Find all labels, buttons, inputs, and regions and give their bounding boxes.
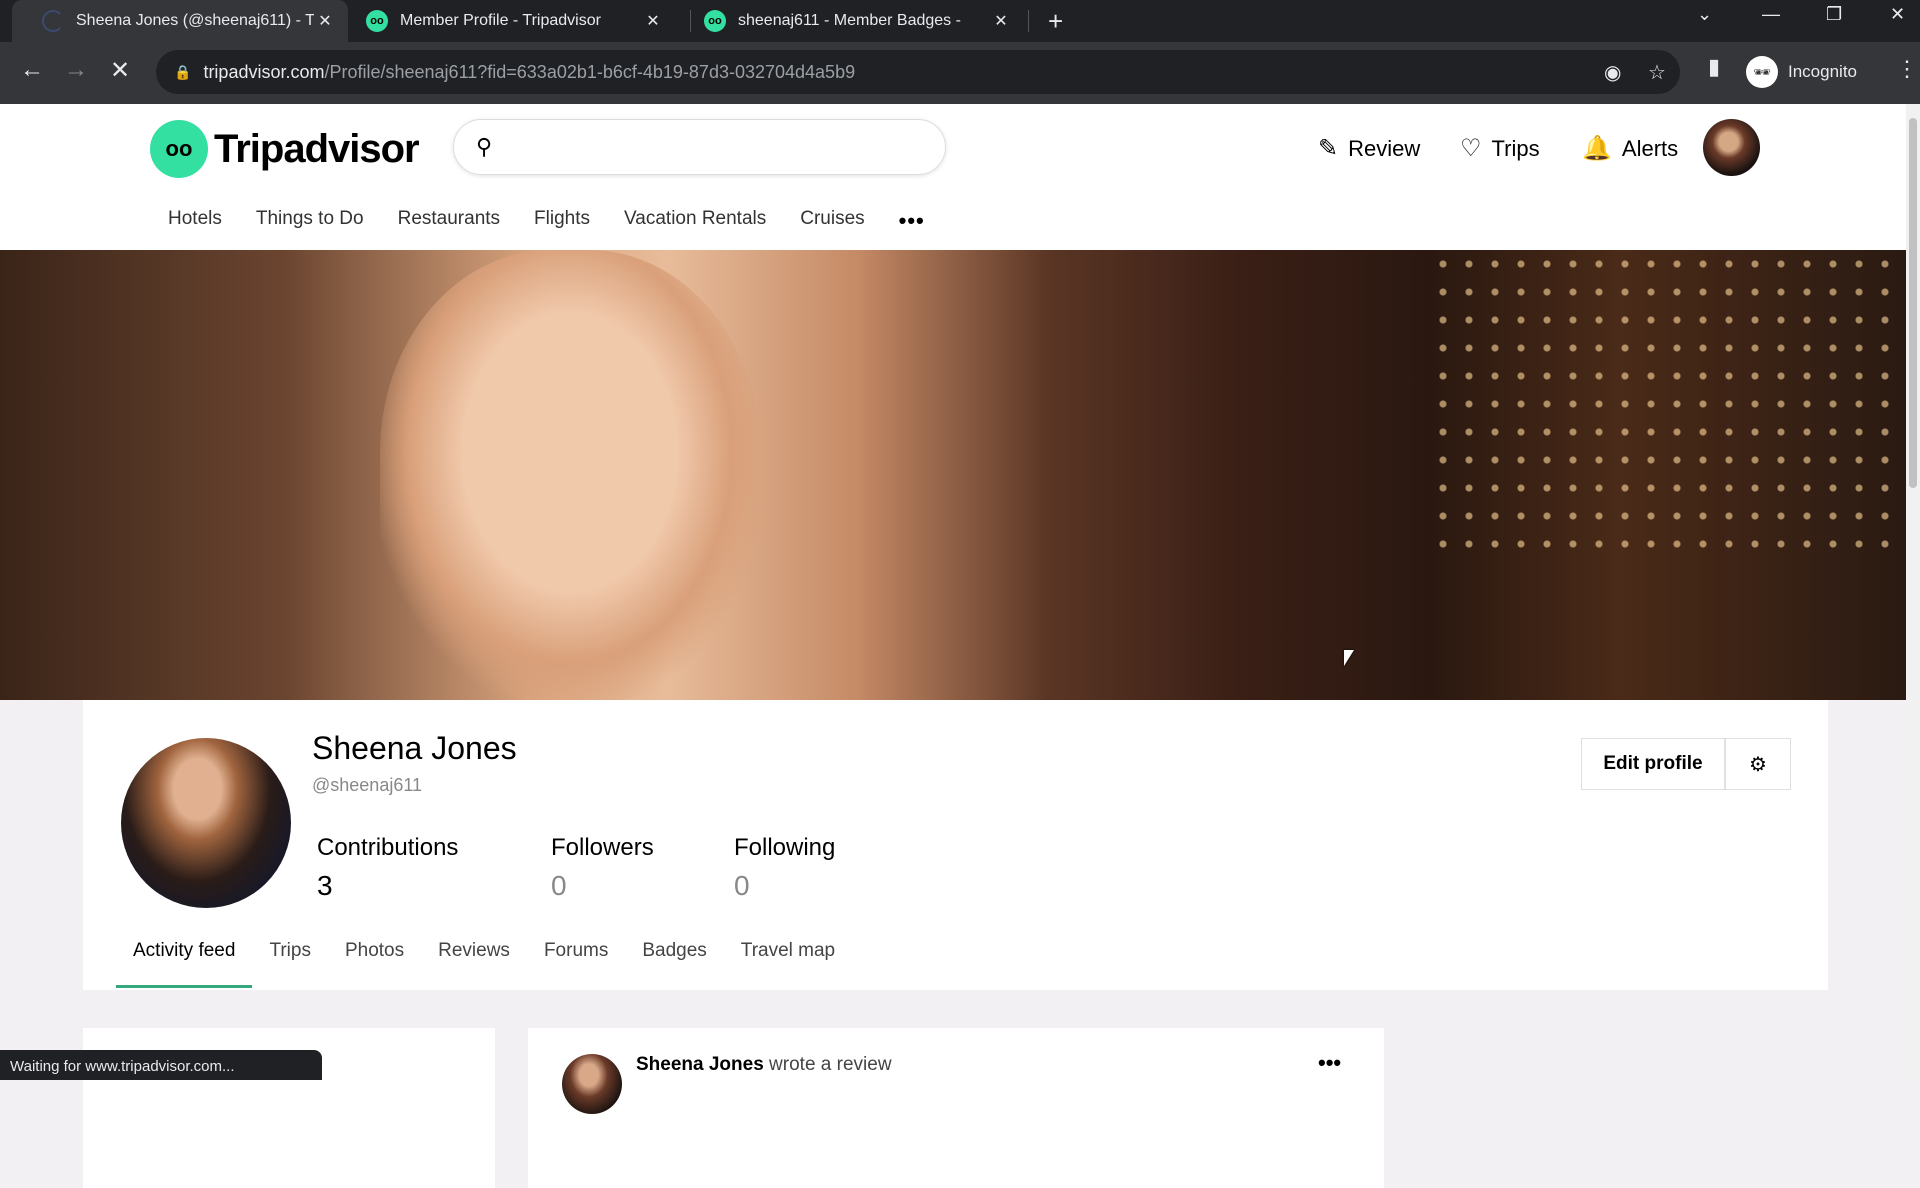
minimize-button[interactable]: — — [1762, 4, 1780, 25]
profile-handle: @sheenaj611 — [312, 775, 423, 795]
stat-value: 0 — [734, 870, 750, 901]
tripadvisor-favicon-icon: oo — [704, 10, 726, 32]
bookmark-star-icon[interactable]: ☆ — [1648, 60, 1666, 85]
new-tab-button[interactable]: + — [1048, 6, 1063, 37]
loading-spinner-icon — [42, 10, 64, 32]
url-text[interactable]: tripadvisor.com/Profile/sheenaj611?fid=6… — [203, 62, 855, 83]
browser-tab-bar: Sheena Jones (@sheenaj611) - T ✕ oo Memb… — [0, 0, 1920, 42]
nav-more-icon[interactable]: ••• — [899, 208, 925, 234]
browser-tab-3[interactable]: oo sheenaj611 - Member Badges - ✕ — [704, 0, 1024, 42]
address-bar[interactable]: 🔒 tripadvisor.com/Profile/sheenaj611?fid… — [156, 50, 1680, 94]
stat-value: 0 — [551, 870, 567, 901]
lock-icon[interactable]: 🔒 — [174, 64, 191, 81]
mouse-cursor-icon — [1344, 650, 1354, 666]
search-box[interactable]: ⚲ — [453, 119, 946, 175]
browser-tab-2[interactable]: oo Member Profile - Tripadvisor ✕ — [366, 0, 676, 42]
browser-status-bar: Waiting for www.tripadvisor.com... — [0, 1050, 322, 1080]
profile-name: Sheena Jones — [312, 730, 517, 766]
tab-separator — [690, 10, 691, 32]
profile-card: Sheena Jones @sheenaj611 Contributions 3… — [83, 700, 1828, 990]
close-tab-icon[interactable]: ✕ — [642, 11, 664, 31]
alerts-label: Alerts — [1621, 135, 1679, 161]
nav-restaurants[interactable]: Restaurants — [398, 208, 500, 234]
restore-button[interactable]: ❐ — [1826, 4, 1842, 25]
owl-logo-icon: oo — [150, 120, 208, 178]
search-icon: ⚲ — [476, 134, 493, 159]
gear-icon: ⚙ — [1749, 753, 1767, 776]
user-avatar[interactable] — [1703, 119, 1760, 176]
browser-tab-1[interactable]: Sheena Jones (@sheenaj611) - T ✕ — [12, 0, 348, 42]
close-tab-icon[interactable]: ✕ — [314, 11, 336, 31]
incognito-icon: 🕶 — [1746, 56, 1778, 88]
feed-action-text: wrote a review — [763, 1054, 892, 1075]
close-window-button[interactable]: ✕ — [1890, 4, 1905, 25]
stop-loading-button[interactable]: ✕ — [110, 56, 130, 85]
tab-trips[interactable]: Trips — [252, 940, 328, 988]
incognito-indicator[interactable]: 🕶 Incognito — [1746, 50, 1857, 94]
tab-forums[interactable]: Forums — [527, 940, 625, 988]
more-options-icon[interactable]: ••• — [1318, 1050, 1341, 1076]
close-tab-icon[interactable]: ✕ — [990, 11, 1012, 31]
profile-avatar[interactable] — [121, 738, 291, 908]
back-button[interactable]: ← — [20, 56, 44, 84]
nav-hotels[interactable]: Hotels — [168, 208, 222, 234]
cover-photo — [0, 250, 1906, 700]
tab-search-icon[interactable]: ⌄ — [1697, 4, 1712, 25]
review-label: Review — [1348, 135, 1421, 161]
side-panel-icon[interactable]: ▮ — [1708, 54, 1720, 80]
nav-vacation-rentals[interactable]: Vacation Rentals — [624, 208, 766, 234]
tab-activity-feed[interactable]: Activity feed — [116, 940, 253, 988]
tripadvisor-favicon-icon: oo — [366, 10, 388, 32]
page-content: oo Tripadvisor ⚲ ✎ Review ♡ Trips 🔔 Aler… — [0, 104, 1906, 1188]
url-domain: tripadvisor.com — [203, 61, 325, 82]
page-scrollbar[interactable] — [1906, 104, 1920, 1080]
tab-badges[interactable]: Badges — [625, 940, 723, 988]
stat-following[interactable]: Following 0 — [734, 834, 835, 902]
stat-followers[interactable]: Followers 0 — [551, 834, 654, 902]
settings-button[interactable]: ⚙ — [1725, 738, 1791, 790]
nav-things-to-do[interactable]: Things to Do — [256, 208, 364, 234]
feed-author-avatar[interactable] — [562, 1054, 622, 1114]
bell-icon: 🔔 — [1582, 135, 1612, 162]
feed-item: Sheena Jones wrote a review ••• — [528, 1028, 1384, 1188]
cover-photo-lights — [1430, 250, 1906, 550]
tab-photos[interactable]: Photos — [328, 940, 421, 988]
stat-value: 3 — [317, 870, 333, 901]
browser-menu-icon[interactable]: ⋮ — [1896, 56, 1918, 82]
nav-cruises[interactable]: Cruises — [800, 208, 864, 234]
trips-label: Trips — [1491, 135, 1540, 161]
stat-label: Following — [734, 834, 836, 861]
cover-photo-face — [380, 250, 760, 700]
heart-icon: ♡ — [1460, 135, 1482, 162]
pencil-icon: ✎ — [1318, 135, 1339, 162]
search-input[interactable] — [512, 128, 932, 166]
profile-tabs: Activity feed Trips Photos Reviews Forum… — [116, 940, 852, 988]
tab-separator — [1028, 10, 1029, 32]
url-path: /Profile/sheenaj611?fid=633a02b1-b6cf-4b… — [324, 61, 856, 82]
tracking-protection-eye-icon[interactable]: ◉ — [1604, 60, 1621, 85]
stat-label: Followers — [551, 834, 654, 861]
logo-text: Tripadvisor — [214, 126, 420, 171]
alerts-button[interactable]: 🔔 Alerts — [1582, 134, 1678, 163]
nav-flights[interactable]: Flights — [534, 208, 590, 234]
main-nav: Hotels Things to Do Restaurants Flights … — [168, 208, 959, 234]
scrollbar-thumb[interactable] — [1909, 118, 1917, 488]
review-button[interactable]: ✎ Review — [1318, 134, 1420, 163]
tab-title: Sheena Jones (@sheenaj611) - T — [76, 12, 314, 29]
tab-reviews[interactable]: Reviews — [421, 940, 527, 988]
browser-toolbar: ← → ✕ 🔒 tripadvisor.com/Profile/sheenaj6… — [0, 42, 1920, 104]
feed-item-header: Sheena Jones wrote a review — [636, 1054, 892, 1076]
tripadvisor-logo[interactable]: oo Tripadvisor — [150, 120, 420, 178]
trips-button[interactable]: ♡ Trips — [1460, 134, 1540, 163]
tab-title: sheenaj611 - Member Badges - — [738, 12, 961, 29]
site-header: oo Tripadvisor ⚲ ✎ Review ♡ Trips 🔔 Aler… — [0, 104, 1906, 250]
feed-author-name[interactable]: Sheena Jones — [636, 1054, 764, 1075]
tab-title: Member Profile - Tripadvisor — [400, 12, 601, 29]
incognito-label: Incognito — [1788, 62, 1857, 81]
stat-contributions[interactable]: Contributions 3 — [317, 834, 458, 902]
stat-label: Contributions — [317, 834, 459, 861]
edit-profile-button[interactable]: Edit profile — [1581, 738, 1725, 790]
forward-button[interactable]: → — [64, 56, 88, 84]
tab-travel-map[interactable]: Travel map — [724, 940, 852, 988]
